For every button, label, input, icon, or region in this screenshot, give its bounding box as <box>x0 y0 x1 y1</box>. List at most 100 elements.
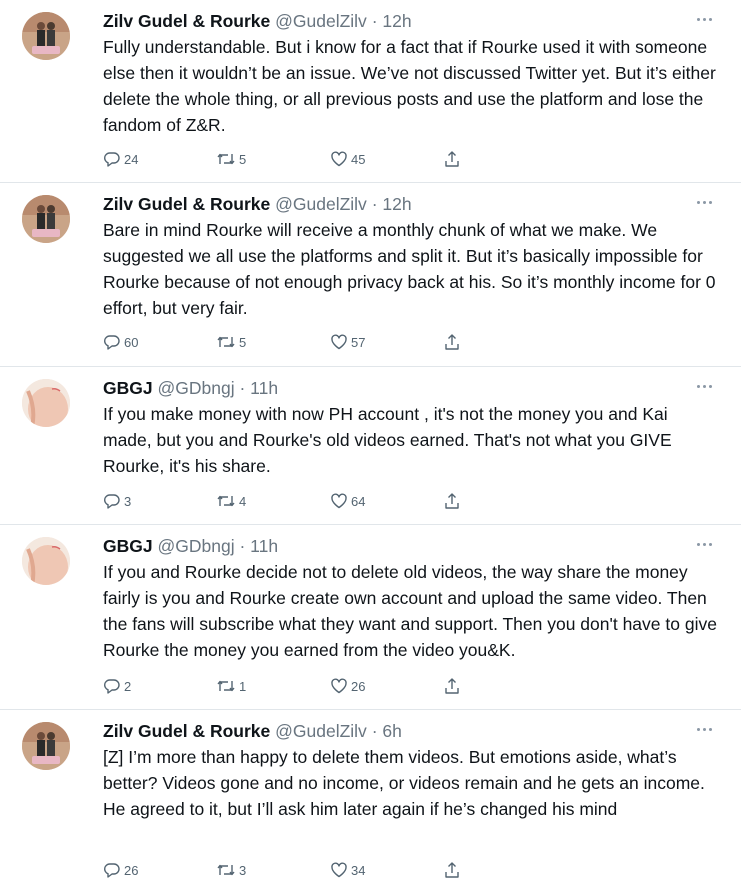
tweet-actions: 24 5 45 <box>103 148 483 170</box>
reply-count: 2 <box>124 678 132 694</box>
tweet-actions: 26 3 34 <box>103 859 483 881</box>
tweet-text: Fully understandable. But i know for a f… <box>103 37 716 135</box>
more-options-icon[interactable] <box>697 381 717 391</box>
reply-button[interactable]: 26 <box>103 859 138 881</box>
like-count: 57 <box>351 334 366 350</box>
heart-icon <box>331 862 347 878</box>
author-name[interactable]: GBGJ <box>103 378 153 398</box>
like-count: 26 <box>351 678 366 694</box>
reply-button[interactable]: 3 <box>103 490 131 512</box>
tweet-text: If you and Rourke decide not to delete o… <box>103 562 717 660</box>
retweet-icon <box>217 336 235 348</box>
timestamp[interactable]: 11h <box>250 536 278 556</box>
heart-icon <box>331 334 347 350</box>
share-button[interactable] <box>443 675 461 697</box>
retweet-icon <box>217 864 235 876</box>
reply-button[interactable]: 2 <box>103 675 131 697</box>
couple-avatar[interactable] <box>22 195 70 243</box>
like-count: 45 <box>351 151 366 167</box>
retweet-icon <box>217 495 235 507</box>
tweet[interactable]: GBGJ @GDbngj · 11h If you and Rourke dec… <box>0 525 741 710</box>
tweet-header: GBGJ @GDbngj · 11h <box>103 376 278 400</box>
retweet-count: 5 <box>239 151 247 167</box>
retweet-button[interactable]: 4 <box>216 490 246 512</box>
tweet[interactable]: Zilv Gudel & Rourke @GudelZilv · 6h [Z] … <box>0 710 741 890</box>
tweet-text: If you make money with now PH account , … <box>103 404 672 476</box>
tweet-header: Zilv Gudel & Rourke @GudelZilv · 12h <box>103 9 412 33</box>
more-options-icon[interactable] <box>697 14 717 24</box>
author-handle[interactable]: @GDbngj <box>157 536 234 556</box>
couple-avatar[interactable] <box>22 722 70 770</box>
like-button[interactable]: 45 <box>330 148 365 170</box>
retweet-count: 4 <box>239 493 247 509</box>
share-button[interactable] <box>443 859 461 881</box>
heart-icon <box>331 678 347 694</box>
retweet-icon <box>217 680 235 692</box>
reply-count: 24 <box>124 151 139 167</box>
timestamp[interactable]: 12h <box>382 11 411 31</box>
retweet-button[interactable]: 1 <box>216 675 246 697</box>
separator-dot: · <box>239 536 246 556</box>
author-name[interactable]: GBGJ <box>103 536 153 556</box>
more-options-icon[interactable] <box>697 197 717 207</box>
author-handle[interactable]: @GudelZilv <box>275 11 367 31</box>
share-button[interactable] <box>443 148 461 170</box>
reply-count: 26 <box>124 862 139 878</box>
reply-icon <box>104 335 120 350</box>
tweet-actions: 60 5 57 <box>103 331 483 353</box>
tweet-actions: 2 1 26 <box>103 675 483 697</box>
peach-avatar[interactable] <box>22 379 70 427</box>
like-button[interactable]: 34 <box>330 859 365 881</box>
retweet-count: 3 <box>239 862 247 878</box>
tweet[interactable]: Zilv Gudel & Rourke @GudelZilv · 12h Ful… <box>0 0 741 183</box>
share-icon <box>445 493 459 509</box>
author-handle[interactable]: @GDbngj <box>157 378 234 398</box>
heart-icon <box>331 493 347 509</box>
tweet-text: Bare in mind Rourke will receive a month… <box>103 220 716 318</box>
separator-dot: · <box>239 378 246 398</box>
author-handle[interactable]: @GudelZilv <box>275 194 367 214</box>
share-button[interactable] <box>443 331 461 353</box>
tweet-header: Zilv Gudel & Rourke @GudelZilv · 12h <box>103 192 412 216</box>
like-count: 34 <box>351 862 366 878</box>
retweet-button[interactable]: 3 <box>216 859 246 881</box>
tweet[interactable]: GBGJ @GDbngj · 11h If you make money wit… <box>0 367 741 525</box>
share-icon <box>445 678 459 694</box>
timestamp[interactable]: 11h <box>250 378 278 398</box>
author-handle[interactable]: @GudelZilv <box>275 721 367 741</box>
retweet-button[interactable]: 5 <box>216 148 246 170</box>
author-name[interactable]: Zilv Gudel & Rourke <box>103 11 270 31</box>
timestamp[interactable]: 6h <box>382 721 401 741</box>
peach-avatar[interactable] <box>22 537 70 585</box>
separator-dot: · <box>371 194 378 214</box>
reply-icon <box>104 863 120 878</box>
reply-count: 3 <box>124 493 132 509</box>
separator-dot: · <box>371 721 378 741</box>
couple-avatar[interactable] <box>22 12 70 60</box>
like-count: 64 <box>351 493 366 509</box>
tweet-actions: 3 4 64 <box>103 490 483 512</box>
retweet-button[interactable]: 5 <box>216 331 246 353</box>
tweet-text: [Z] I’m more than happy to delete them v… <box>103 747 705 819</box>
heart-icon <box>331 151 347 167</box>
tweet[interactable]: Zilv Gudel & Rourke @GudelZilv · 12h Bar… <box>0 183 741 367</box>
share-button[interactable] <box>443 490 461 512</box>
reply-button[interactable]: 60 <box>103 331 138 353</box>
share-icon <box>445 151 459 167</box>
more-options-icon[interactable] <box>697 724 717 734</box>
author-name[interactable]: Zilv Gudel & Rourke <box>103 194 270 214</box>
like-button[interactable]: 26 <box>330 675 365 697</box>
tweet-header: GBGJ @GDbngj · 11h <box>103 534 278 558</box>
timestamp[interactable]: 12h <box>382 194 411 214</box>
reply-icon <box>104 152 120 167</box>
retweet-count: 1 <box>239 678 247 694</box>
more-options-icon[interactable] <box>697 539 717 549</box>
reply-count: 60 <box>124 334 139 350</box>
separator-dot: · <box>371 11 378 31</box>
reply-button[interactable]: 24 <box>103 148 138 170</box>
like-button[interactable]: 57 <box>330 331 365 353</box>
author-name[interactable]: Zilv Gudel & Rourke <box>103 721 270 741</box>
like-button[interactable]: 64 <box>330 490 365 512</box>
retweet-icon <box>217 153 235 165</box>
reply-icon <box>104 494 120 509</box>
